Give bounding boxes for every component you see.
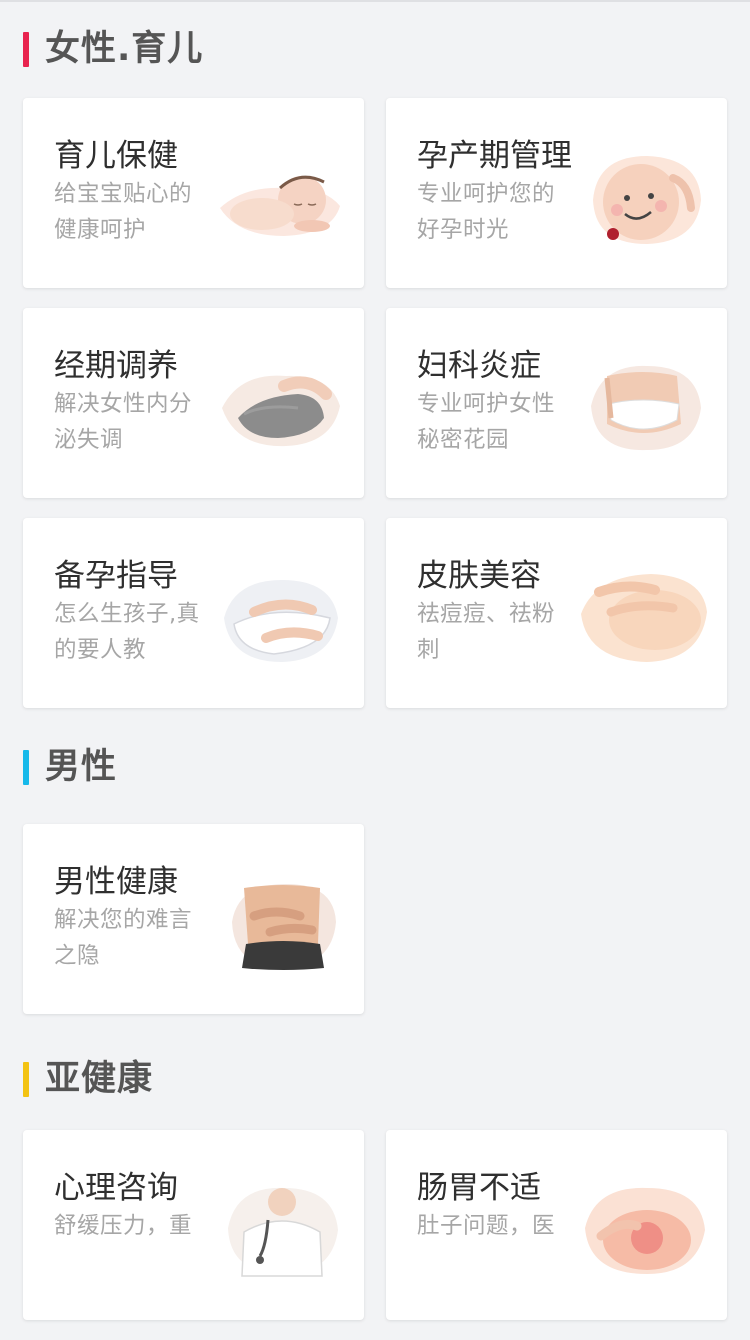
card-gastrointestinal-discomfort[interactable]: 肠胃不适 肚子问题，医: [386, 1130, 727, 1320]
card-description: 解决女性内分泌失调: [54, 391, 193, 453]
card-title: 妇科炎症: [417, 348, 541, 384]
card-title: 孕产期管理: [417, 138, 572, 174]
card-title: 心理咨询: [54, 1170, 178, 1206]
card-title: 男性健康: [54, 864, 178, 900]
section-header-sub-health: 亚健康: [0, 1034, 750, 1130]
card-pregnancy-preparation[interactable]: 备孕指导 怎么生孩子,真的要人教: [23, 518, 364, 708]
card-description: 舒缓压力，重: [54, 1213, 193, 1239]
menstrual-care-icon: [222, 375, 340, 447]
card-description: 解决您的难言之隐: [54, 907, 193, 969]
skin-care-icon: [581, 574, 707, 662]
card-grid-sub-health: 心理咨询 舒缓压力，重 肠胃不适 肚子问题，医: [0, 1130, 750, 1340]
section-header-men: 男性: [0, 728, 750, 824]
section-accent-bar: [23, 32, 29, 67]
category-page: 女性.育儿 育儿保健 给宝宝贴心的健康呵护 孕产期管理 专业呵护您的好孕时光 经…: [0, 2, 750, 1340]
card-gynecological-inflammation[interactable]: 妇科炎症 专业呵护女性秘密花园: [386, 308, 727, 498]
stomach-icon: [585, 1187, 705, 1274]
male-health-icon: [232, 884, 336, 970]
pregnancy-prep-icon: [224, 580, 338, 662]
card-title: 育儿保健: [54, 138, 178, 174]
card-title: 皮肤美容: [417, 558, 541, 594]
card-grid-men: 男性健康 解决您的难言之隐: [0, 824, 750, 1034]
card-description: 专业呵护您的好孕时光: [417, 181, 556, 243]
doctor-icon: [228, 1187, 338, 1277]
card-psychological-counseling[interactable]: 心理咨询 舒缓压力，重: [23, 1130, 364, 1320]
card-male-health[interactable]: 男性健康 解决您的难言之隐: [23, 824, 364, 1014]
card-description: 怎么生孩子,真的要人教: [54, 601, 200, 663]
section-title: 男性: [45, 747, 118, 787]
section-title: 女性.育儿: [45, 29, 204, 69]
card-title: 经期调养: [54, 348, 178, 384]
card-title: 肠胃不适: [417, 1170, 541, 1206]
gynecology-icon: [591, 365, 701, 451]
sleeping-baby-icon: [220, 175, 340, 236]
card-description: 肚子问题，医: [417, 1213, 556, 1239]
section-header-women-children: 女性.育儿: [0, 2, 750, 98]
card-title: 备孕指导: [54, 558, 178, 594]
card-pregnancy-management[interactable]: 孕产期管理 专业呵护您的好孕时光: [386, 98, 727, 288]
section-accent-bar: [23, 1062, 29, 1097]
section-accent-bar: [23, 750, 29, 785]
card-description: 专业呵护女性秘密花园: [417, 391, 556, 453]
section-title: 亚健康: [45, 1059, 154, 1099]
card-skin-beauty[interactable]: 皮肤美容 祛痘痘、祛粉刺: [386, 518, 727, 708]
card-menstrual-care[interactable]: 经期调养 解决女性内分泌失调: [23, 308, 364, 498]
card-description: 给宝宝贴心的健康呵护: [54, 181, 193, 243]
card-child-health[interactable]: 育儿保健 给宝宝贴心的健康呵护: [23, 98, 364, 288]
card-description: 祛痘痘、祛粉刺: [417, 601, 556, 663]
card-grid-women-children: 育儿保健 给宝宝贴心的健康呵护 孕产期管理 专业呵护您的好孕时光 经期调养 解决…: [0, 98, 750, 728]
pregnant-belly-icon: [593, 156, 701, 244]
